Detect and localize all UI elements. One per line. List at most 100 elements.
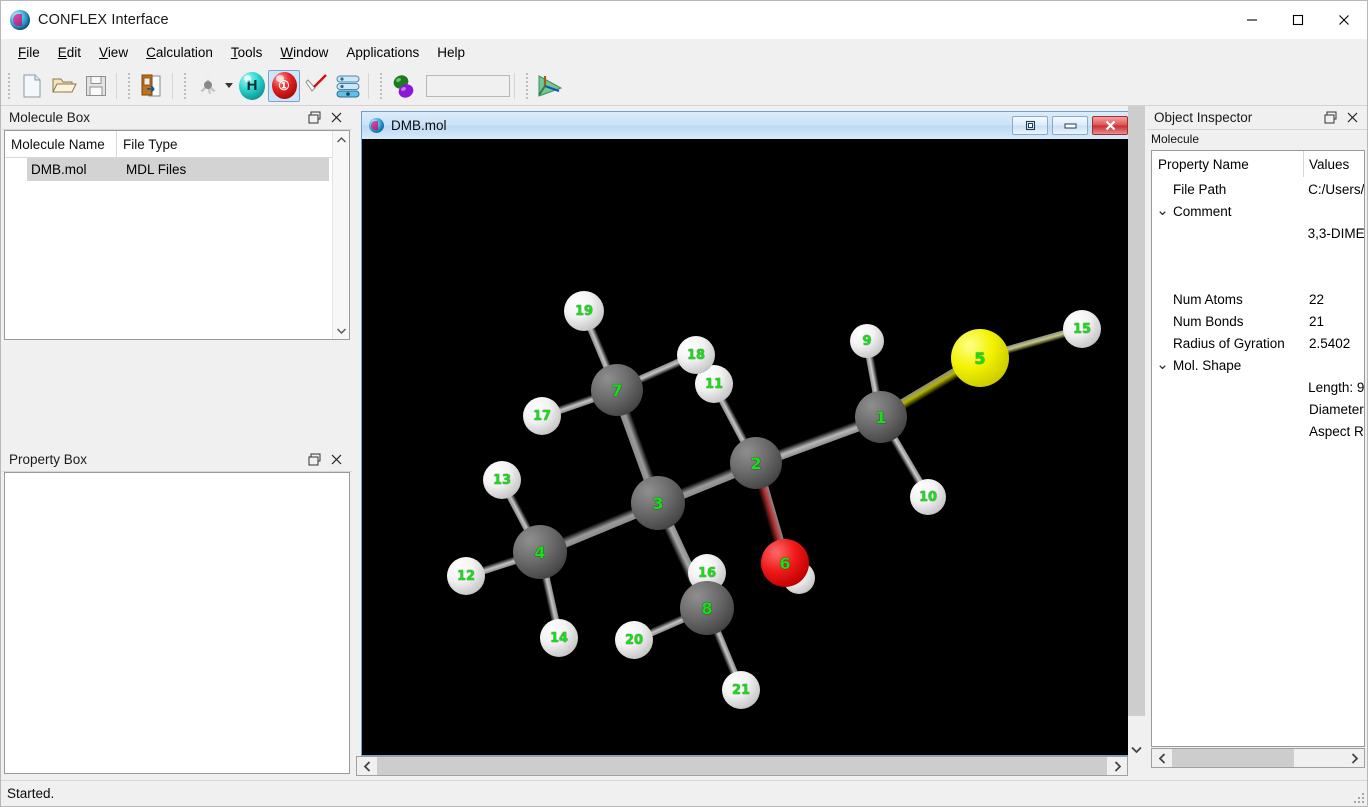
molecule-box-float-button[interactable]	[304, 108, 324, 128]
atom-18[interactable]: 18	[677, 336, 715, 374]
oi-scroll-right-icon[interactable]	[1344, 749, 1364, 767]
atom-9[interactable]: 9	[850, 324, 884, 358]
atom-8[interactable]: 8	[680, 581, 734, 635]
atom-4[interactable]: 4	[513, 525, 567, 579]
mdi-scroll-down-icon[interactable]	[1128, 739, 1145, 759]
property-row[interactable]: ⌄ Mol. Shape	[1152, 354, 1364, 376]
menu-item-calculation[interactable]: Calculation	[137, 42, 222, 63]
property-row[interactable]: Radius of Gyration 2.5402	[1152, 332, 1364, 354]
property-row[interactable]	[1152, 266, 1364, 288]
atom-21[interactable]: 21	[722, 671, 760, 709]
close-button[interactable]	[1321, 1, 1367, 39]
property-row[interactable]	[1152, 244, 1364, 266]
conformers-button[interactable]	[388, 70, 420, 102]
atom-5[interactable]: 5	[951, 329, 1009, 387]
new-file-button[interactable]	[16, 70, 48, 102]
toolbar-text-field[interactable]	[426, 74, 510, 97]
toolbar-grip[interactable]	[180, 72, 189, 99]
close-window-button[interactable]	[1092, 116, 1128, 135]
atom-20[interactable]: 20	[615, 621, 653, 659]
save-file-button[interactable]	[80, 70, 112, 102]
minimize-button[interactable]	[1229, 1, 1275, 39]
scroll-up-icon[interactable]	[333, 131, 349, 148]
atom-2[interactable]: 2	[730, 437, 782, 489]
property-row[interactable]: Diameter	[1152, 398, 1364, 420]
minimize-window-button[interactable]	[1052, 116, 1088, 135]
toolbar-grip[interactable]	[376, 72, 385, 99]
atom-number-button[interactable]: ①	[268, 69, 300, 102]
property-value-cell: Diameter	[1309, 401, 1364, 417]
scroll-down-icon[interactable]	[333, 322, 349, 339]
hydrogen-button[interactable]: H	[236, 70, 268, 102]
toolbar-grip[interactable]	[4, 72, 13, 99]
property-box-close-button[interactable]	[326, 450, 346, 470]
atom-3[interactable]: 3	[631, 476, 685, 530]
column-file-type: File Type	[123, 137, 178, 152]
chevron-down-icon[interactable]	[225, 83, 233, 88]
mdi-horizontal-scrollbar[interactable]	[356, 756, 1128, 776]
import-button[interactable]	[136, 70, 168, 102]
atom-6[interactable]: 6	[761, 539, 809, 587]
oi-scroll-left-icon[interactable]	[1152, 749, 1172, 767]
object-inspector-horizontal-scrollbar[interactable]	[1151, 748, 1365, 768]
axes-button[interactable]	[534, 70, 566, 102]
atom-10[interactable]: 10	[910, 479, 946, 515]
atom-15[interactable]: 15	[1063, 310, 1101, 348]
mdi-hscroll-thumb[interactable]	[377, 757, 1107, 775]
cell-molecule-name: DMB.mol	[31, 162, 87, 177]
mdi-scroll-right-icon[interactable]	[1107, 757, 1127, 775]
atom-12[interactable]: 12	[447, 557, 485, 595]
property-row[interactable]: Aspect R	[1152, 420, 1364, 442]
chevron-down-icon[interactable]: ⌄	[1155, 204, 1170, 219]
property-value-cell: 3,3-DIME	[1307, 225, 1364, 241]
property-row[interactable]: File Path C:/Users/	[1152, 178, 1364, 200]
property-box-content[interactable]	[4, 472, 350, 774]
property-row[interactable]: Length: 9	[1152, 376, 1364, 398]
molecule-3d-viewport[interactable]: 9 10 11 12 13 14 15 16 17 18 19 20 21 1 2 3 4 5 6 7 8	[362, 139, 1132, 755]
atom-13[interactable]: 13	[483, 461, 521, 499]
oi-hscroll-thumb[interactable]	[1172, 749, 1294, 767]
property-grid[interactable]: Property Name Values File Path C:/Users/ ⌄…	[1151, 150, 1365, 747]
object-inspector-panel: Object Inspector Molecule Property Name …	[1147, 106, 1367, 776]
property-grid-header: Property Name Values	[1152, 151, 1364, 178]
menu-item-edit[interactable]: Edit	[49, 42, 90, 63]
menu-item-tools[interactable]: Tools	[222, 42, 272, 63]
list-view-button[interactable]	[332, 70, 364, 102]
menu-item-help[interactable]: Help	[428, 42, 474, 63]
molecule-model-button[interactable]	[192, 70, 224, 102]
molecule-box-close-button[interactable]	[326, 108, 346, 128]
toolbar-grip[interactable]	[522, 72, 531, 99]
atom-1[interactable]: 1	[855, 391, 907, 443]
chevron-down-icon[interactable]: ⌄	[1155, 358, 1170, 373]
mdi-vertical-scrollbar[interactable]	[1128, 106, 1145, 759]
object-inspector-float-button[interactable]	[1320, 108, 1340, 128]
open-file-button[interactable]	[48, 70, 80, 102]
mdi-vscroll-thumb[interactable]	[1128, 106, 1145, 716]
menu-item-applications[interactable]: Applications	[337, 42, 428, 63]
property-row[interactable]: Num Atoms 22	[1152, 288, 1364, 310]
table-row[interactable]: DMB.mol MDL Files	[27, 158, 329, 181]
maximize-button[interactable]	[1275, 1, 1321, 39]
atom-14[interactable]: 14	[540, 619, 578, 657]
menu-item-view[interactable]: View	[90, 42, 137, 63]
property-row[interactable]: 3,3-DIME	[1152, 222, 1364, 244]
property-name-cell: ⌄ Mol. Shape	[1152, 358, 1304, 373]
molecule-list-scrollbar[interactable]	[332, 131, 349, 339]
object-inspector-close-button[interactable]	[1342, 108, 1362, 128]
atom-17[interactable]: 17	[523, 397, 561, 435]
menu-item-file[interactable]: File	[9, 42, 49, 63]
property-box-float-button[interactable]	[304, 450, 324, 470]
property-row[interactable]: ⌄ Comment	[1152, 200, 1364, 222]
property-row[interactable]: Num Bonds 21	[1152, 310, 1364, 332]
mdi-scroll-left-icon[interactable]	[357, 757, 377, 775]
restore-window-button[interactable]	[1012, 116, 1048, 135]
object-inspector-title: Object Inspector	[1154, 110, 1253, 125]
atom-7[interactable]: 7	[591, 364, 643, 416]
atom-19[interactable]: 19	[564, 291, 604, 331]
molecule-list[interactable]: Molecule Name File Type DMB.mol MDL File…	[4, 130, 350, 340]
resize-grip-icon[interactable]	[1351, 790, 1364, 803]
measure-button[interactable]	[300, 70, 332, 102]
menu-item-window[interactable]: Window	[271, 42, 337, 63]
property-name-cell: Radius of Gyration	[1152, 336, 1304, 351]
toolbar-grip[interactable]	[124, 72, 133, 99]
